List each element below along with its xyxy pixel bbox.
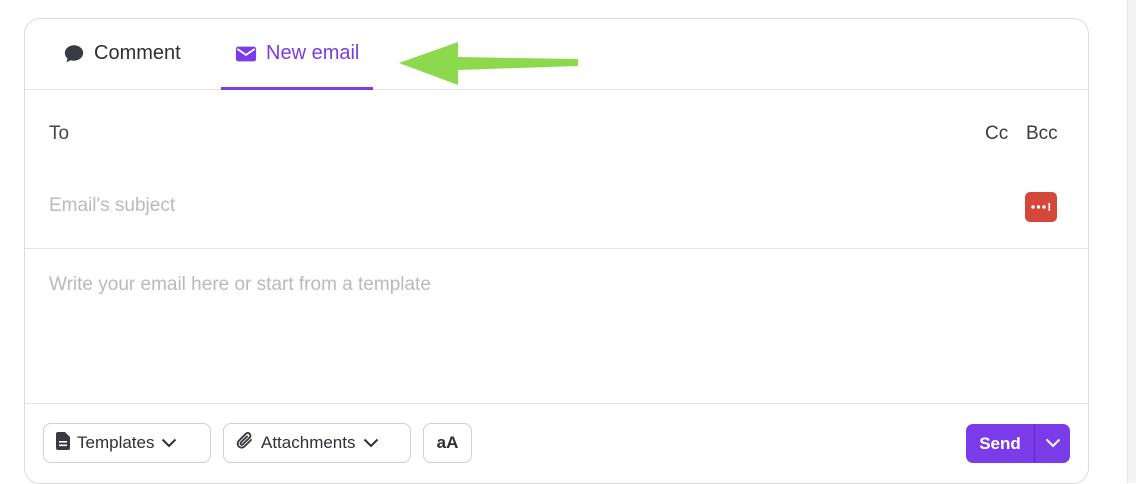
attachments-button[interactable]: Attachments: [223, 423, 411, 463]
chevron-down-icon: [1045, 435, 1061, 453]
text-format-label: aA: [436, 433, 459, 452]
text-format-button[interactable]: aA: [423, 423, 472, 463]
chevron-down-icon: [363, 433, 379, 453]
email-body-editor[interactable]: [49, 274, 1049, 394]
subject-field[interactable]: [49, 191, 1009, 221]
arrow-left-icon: [399, 42, 578, 85]
templates-label: Templates: [77, 433, 155, 452]
bcc-link[interactable]: Bcc: [1026, 123, 1058, 145]
compose-tabs: Comment New email: [25, 19, 1088, 90]
cc-link[interactable]: Cc: [985, 123, 1008, 145]
to-field[interactable]: [85, 119, 969, 151]
send-button-group: Send: [966, 424, 1070, 463]
document-icon: [56, 431, 70, 455]
subject-divider: [25, 248, 1088, 249]
send-button[interactable]: Send: [966, 424, 1034, 463]
tab-new-email-label: New email: [266, 42, 360, 64]
send-options-button[interactable]: [1035, 424, 1070, 463]
chevron-down-icon: [161, 433, 177, 453]
tab-new-email[interactable]: New email: [221, 19, 374, 90]
page-scrollbar[interactable]: [1127, 0, 1136, 483]
templates-button[interactable]: Templates: [43, 423, 211, 463]
paperclip-icon: [236, 431, 254, 456]
tab-comment[interactable]: Comment: [63, 19, 181, 88]
toolbar-divider: [25, 403, 1088, 404]
send-label: Send: [979, 433, 1021, 453]
password-manager-icon[interactable]: [1025, 192, 1057, 222]
to-label: To: [49, 123, 70, 144]
active-tab-indicator: [221, 87, 374, 90]
comment-bubble-icon: [63, 43, 85, 65]
attachments-label: Attachments: [261, 433, 356, 452]
tab-comment-label: Comment: [94, 42, 181, 64]
envelope-icon: [235, 45, 257, 63]
compose-card: Comment New email To Cc Bcc Templates: [24, 18, 1089, 484]
